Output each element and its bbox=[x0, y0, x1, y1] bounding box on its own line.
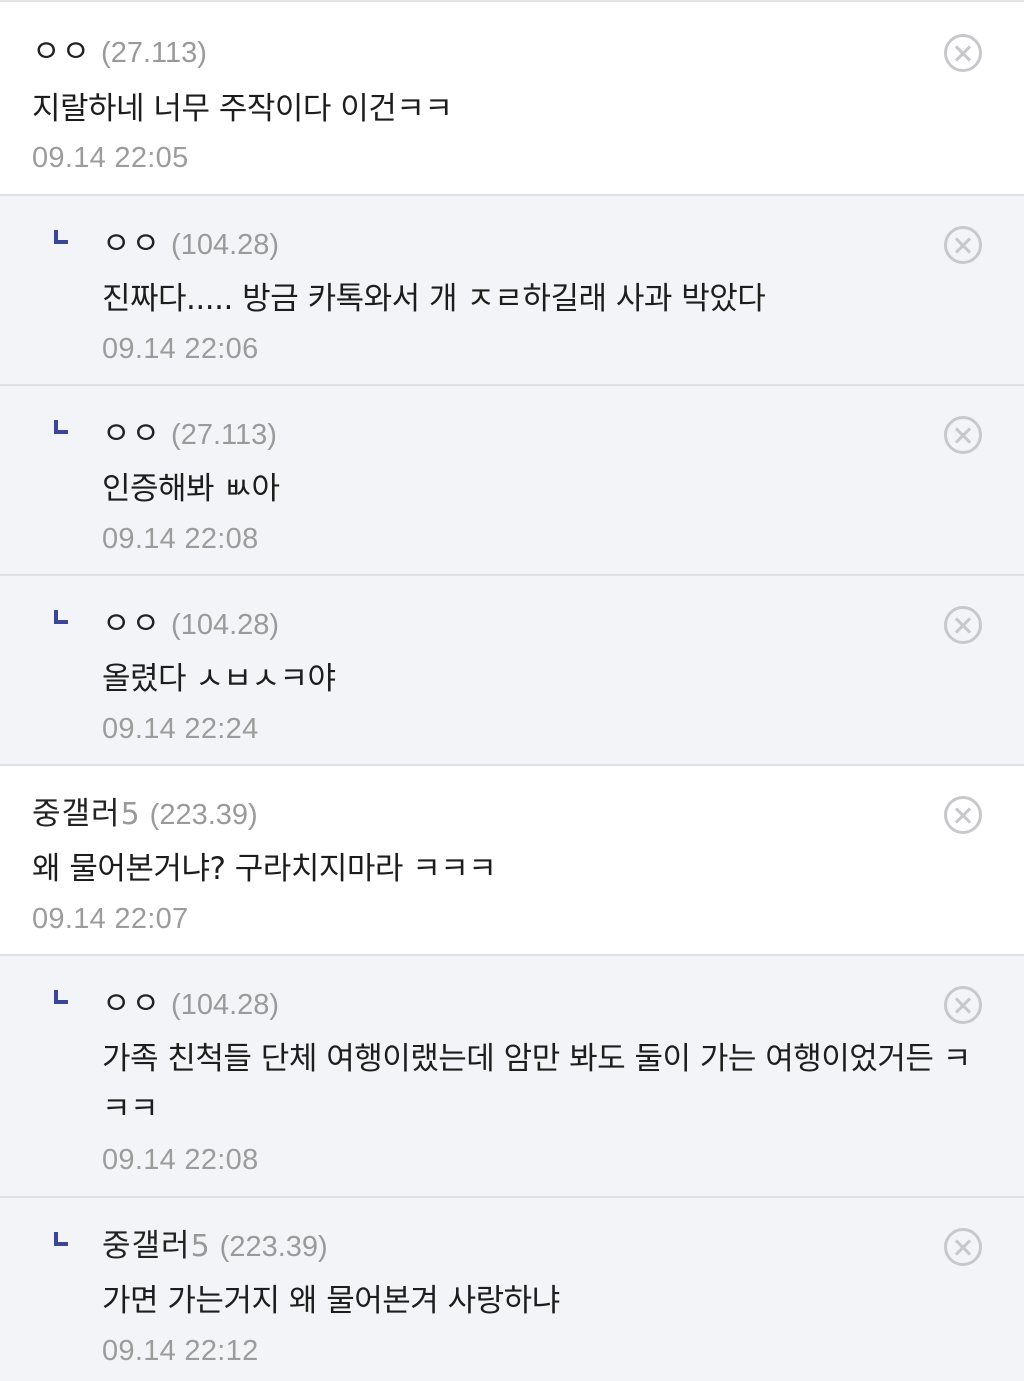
comment-text: 올렸다 ㅅㅂㅅㅋ야 bbox=[102, 661, 336, 697]
comment-date: 09.14 22:08 bbox=[102, 1144, 259, 1176]
reply-item: ㅇㅇ (104.28) 진짜다..... 방금 카톡와서 개 ㅈㄹ하길래 사과 박… bbox=[0, 196, 1024, 386]
comment-text: 진짜다..... 방금 카톡와서 개 ㅈㄹ하길래 사과 박았다 bbox=[102, 281, 766, 317]
ip-address: (27.113) bbox=[171, 419, 277, 451]
comment-meta: 중갤러5 (223.39) bbox=[32, 794, 258, 834]
reply-arrow-icon bbox=[54, 990, 68, 1004]
comment-item: 중갤러5 (223.39) 왜 물어본거냐? 구라치지마라 ㅋㅋㅋ 09.14 2… bbox=[0, 766, 1024, 956]
reply-arrow-icon bbox=[54, 420, 68, 434]
ip-address: (223.39) bbox=[219, 1231, 328, 1263]
comment-text: 왜 물어본거냐? 구라치지마라 ㅋㅋㅋ bbox=[32, 851, 497, 887]
comment-text: 인증해봐 ㅄ아 bbox=[102, 471, 280, 507]
delete-comment-button[interactable] bbox=[944, 416, 982, 454]
comment-text: 가면 가는거지 왜 물어본겨 사랑하냐 bbox=[102, 1283, 560, 1319]
comment-date: 09.14 22:24 bbox=[102, 713, 259, 745]
ip-address: (223.39) bbox=[149, 799, 258, 831]
delete-comment-button[interactable] bbox=[944, 986, 982, 1024]
delete-comment-button[interactable] bbox=[944, 606, 982, 644]
nickname[interactable]: 중갤러 bbox=[102, 1228, 191, 1264]
nickname[interactable]: 중갤러 bbox=[32, 796, 121, 832]
delete-comment-button[interactable] bbox=[944, 34, 982, 72]
delete-comment-button[interactable] bbox=[944, 796, 982, 834]
reply-arrow-icon bbox=[54, 1232, 68, 1246]
nickname-level: 5 bbox=[190, 1229, 210, 1264]
ip-address: (104.28) bbox=[171, 609, 280, 641]
comment-meta: ㅇㅇ (104.28) bbox=[102, 984, 279, 1024]
nickname[interactable]: ㅇㅇ bbox=[102, 606, 161, 642]
reply-arrow-icon bbox=[54, 610, 68, 624]
reply-item: ㅇㅇ (27.113) 인증해봐 ㅄ아 09.14 22:08 bbox=[0, 386, 1024, 576]
comment-list: ㅇㅇ (27.113) 지랄하네 너무 주작이다 이건ㅋㅋ 09.14 22:05… bbox=[0, 0, 1024, 1381]
comment-text: 가족 친척들 단체 여행이랬는데 암만 봐도 둘이 가는 여행이었거든 ㅋㅋㅋ bbox=[102, 1041, 971, 1127]
comment-meta: 중갤러5 (223.39) bbox=[102, 1226, 328, 1266]
comment-meta: ㅇㅇ (27.113) bbox=[32, 32, 207, 72]
comment-date: 09.14 22:12 bbox=[102, 1335, 259, 1367]
nickname[interactable]: ㅇㅇ bbox=[32, 34, 91, 70]
comment-meta: ㅇㅇ (104.28) bbox=[102, 604, 279, 644]
reply-item: 중갤러5 (223.39) 가면 가는거지 왜 물어본겨 사랑하냐 09.14 2… bbox=[0, 1198, 1024, 1381]
comment-date: 09.14 22:06 bbox=[102, 333, 259, 365]
comment-item: ㅇㅇ (27.113) 지랄하네 너무 주작이다 이건ㅋㅋ 09.14 22:05 bbox=[0, 4, 1024, 196]
nickname[interactable]: ㅇㅇ bbox=[102, 986, 161, 1022]
comment-meta: ㅇㅇ (27.113) bbox=[102, 414, 277, 454]
ip-address: (104.28) bbox=[171, 989, 280, 1021]
nickname[interactable]: ㅇㅇ bbox=[102, 226, 161, 262]
nickname-level: 5 bbox=[120, 797, 140, 832]
comment-date: 09.14 22:07 bbox=[32, 903, 189, 935]
delete-comment-button[interactable] bbox=[944, 1228, 982, 1266]
delete-comment-button[interactable] bbox=[944, 226, 982, 264]
reply-arrow-icon bbox=[54, 230, 68, 244]
reply-item: ㅇㅇ (104.28) 가족 친척들 단체 여행이랬는데 암만 봐도 둘이 가는 … bbox=[0, 956, 1024, 1198]
comment-text: 지랄하네 너무 주작이다 이건ㅋㅋ bbox=[32, 91, 453, 127]
reply-item: ㅇㅇ (104.28) 올렸다 ㅅㅂㅅㅋ야 09.14 22:24 bbox=[0, 576, 1024, 766]
nickname[interactable]: ㅇㅇ bbox=[102, 416, 161, 452]
ip-address: (27.113) bbox=[101, 37, 207, 69]
comment-date: 09.14 22:08 bbox=[102, 523, 259, 555]
comment-meta: ㅇㅇ (104.28) bbox=[102, 224, 279, 264]
comment-date: 09.14 22:05 bbox=[32, 142, 189, 174]
ip-address: (104.28) bbox=[171, 229, 280, 261]
